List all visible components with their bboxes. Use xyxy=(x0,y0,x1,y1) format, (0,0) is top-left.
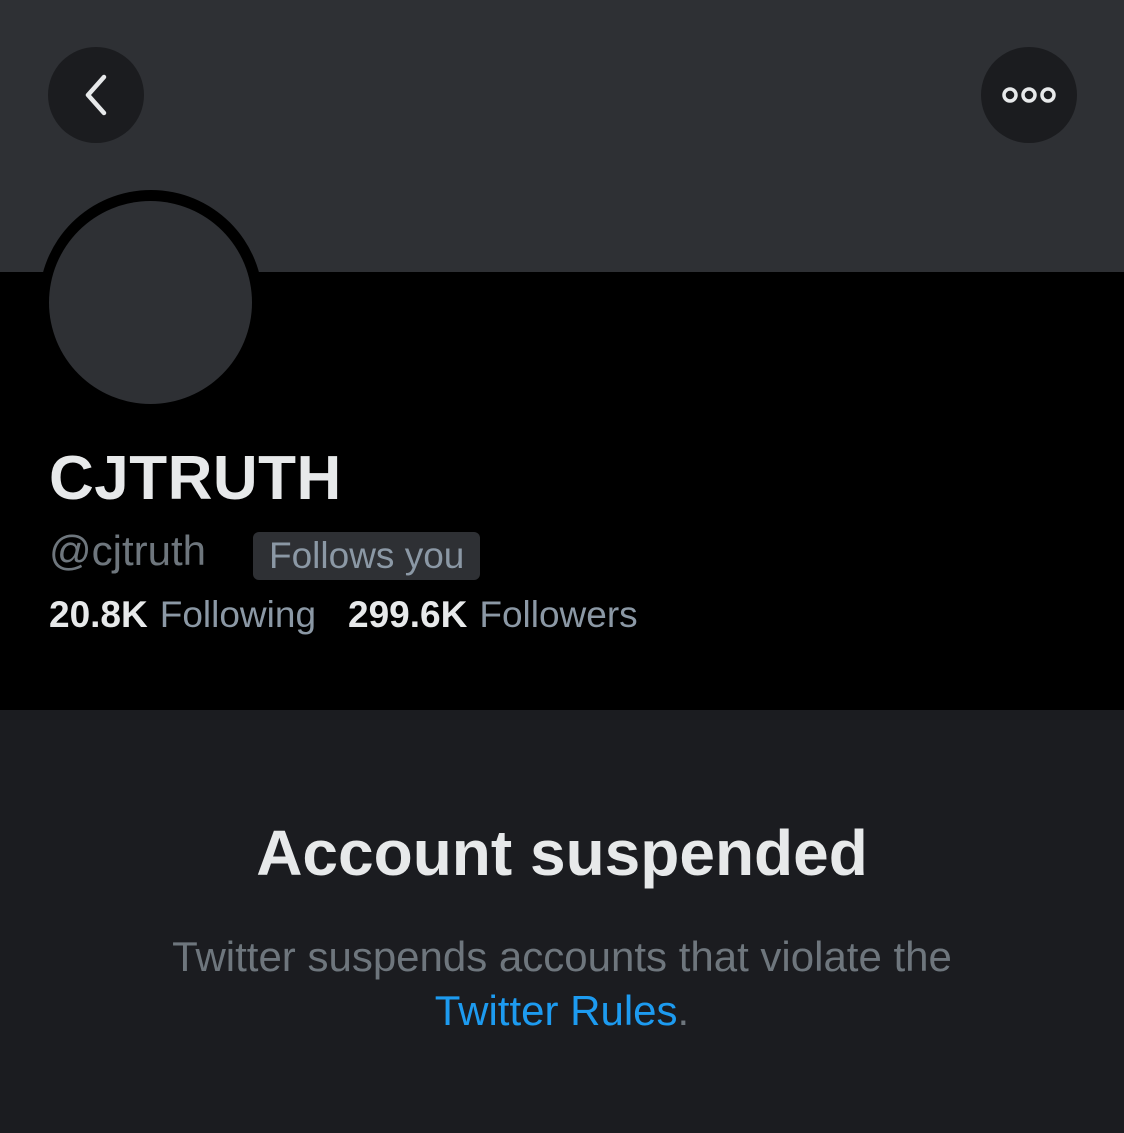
back-button[interactable] xyxy=(48,47,144,143)
following-stat[interactable]: 20.8K Following xyxy=(49,592,316,638)
username-handle: @cjtruth xyxy=(49,527,207,574)
follows-you-badge: Follows you xyxy=(253,532,481,580)
more-horizontal-icon xyxy=(1002,87,1056,103)
followers-stat[interactable]: 299.6K Followers xyxy=(348,592,638,638)
suspension-title: Account suspended xyxy=(256,817,868,889)
twitter-rules-link[interactable]: Twitter Rules xyxy=(435,987,678,1034)
suspension-notice-panel xyxy=(0,710,1124,1133)
followers-label: Followers xyxy=(479,594,638,635)
chevron-left-icon xyxy=(85,74,107,116)
display-name: CJTRUTH xyxy=(49,444,342,513)
suspension-description: Twitter suspends accounts that violate t… xyxy=(0,930,1124,1038)
following-label: Following xyxy=(159,594,317,635)
profile-page: CJTRUTH @cjtruth Follows you 20.8K Follow… xyxy=(0,0,1124,1133)
more-options-button[interactable] xyxy=(981,47,1077,143)
suspension-description-period: . xyxy=(677,987,690,1034)
follow-stats: 20.8K Following 299.6K Followers xyxy=(49,592,638,638)
avatar[interactable] xyxy=(49,201,252,404)
suspension-description-text: Twitter suspends accounts that violate t… xyxy=(172,933,952,980)
following-count: 20.8K xyxy=(49,594,148,635)
followers-count: 299.6K xyxy=(348,594,468,635)
